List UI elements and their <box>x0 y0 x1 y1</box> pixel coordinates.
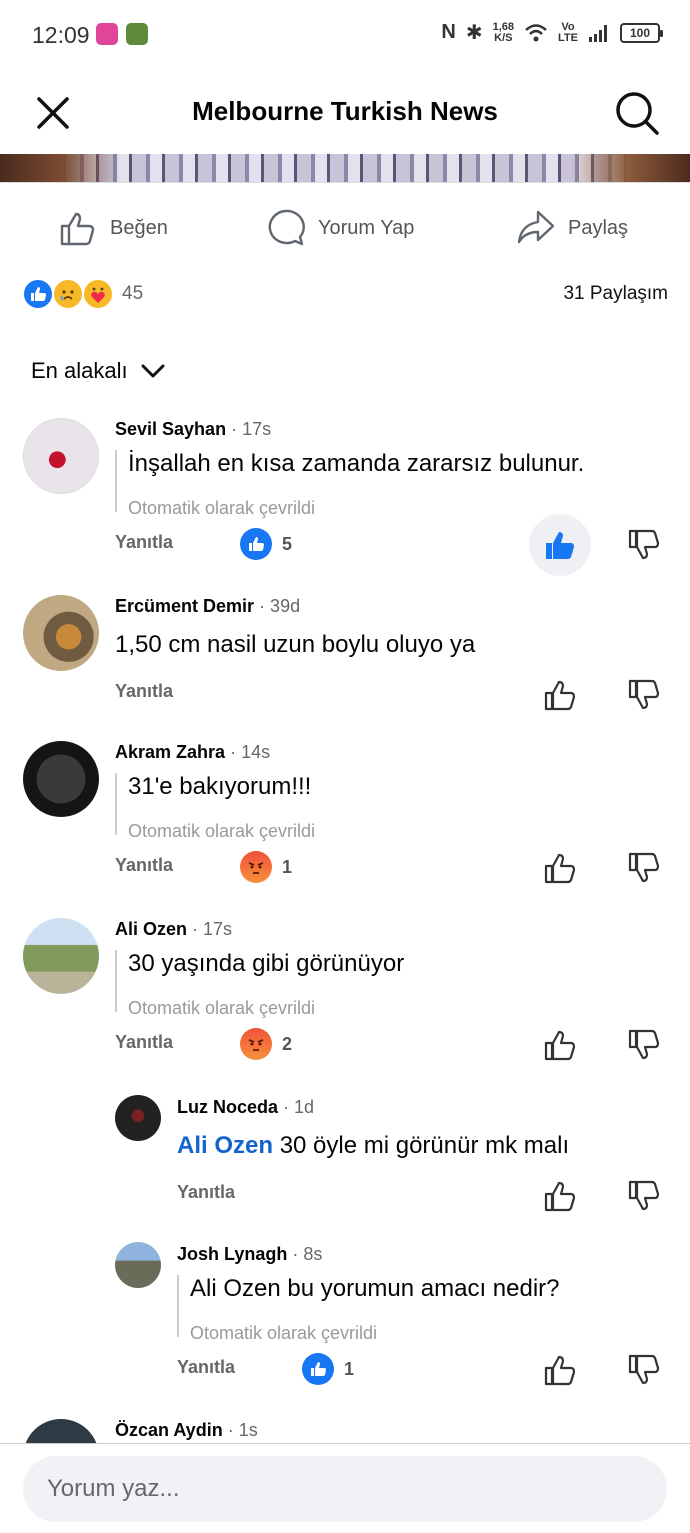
reply-button[interactable]: Yanıtla <box>115 681 173 702</box>
comment-time: · 8s <box>292 1244 323 1264</box>
comment-time: · 14s <box>230 742 271 762</box>
upvote-icon[interactable] <box>543 1353 577 1387</box>
game-notification-icon <box>126 23 148 45</box>
search-icon[interactable] <box>614 90 660 136</box>
post-image[interactable] <box>0 154 690 182</box>
like-reaction-icon <box>240 528 272 560</box>
reaction-count: 2 <box>282 1033 293 1054</box>
downvote-icon[interactable] <box>627 678 661 712</box>
commenter-name[interactable]: Josh Lynagh <box>177 1244 287 1264</box>
reaction-count: 45 <box>122 283 144 304</box>
comment-sort-dropdown[interactable]: En alakalı <box>31 358 166 384</box>
wifi-icon <box>525 23 547 41</box>
avatar[interactable] <box>23 595 99 671</box>
auto-translated-note[interactable]: Otomatik olarak çevrildi <box>128 498 315 519</box>
comment-text: Ali Ozen 30 öyle mi görünür mk malı <box>177 1132 570 1159</box>
upvote-icon[interactable] <box>543 1179 577 1213</box>
like-label: Beğen <box>110 216 168 239</box>
comment-reaction-badge[interactable]: 1 <box>302 1353 354 1385</box>
share-label: Paylaş <box>568 216 629 239</box>
page-title: Melbourne Turkish News <box>192 96 498 126</box>
reaction-count: 1 <box>344 1358 355 1379</box>
reply-button[interactable]: Yanıtla <box>177 1182 235 1203</box>
sad-reaction-icon <box>52 278 84 310</box>
upvote-icon[interactable] <box>543 851 577 885</box>
reaction-summary[interactable]: 45 <box>22 278 143 310</box>
volte-indicator: Vo LTE <box>558 20 578 44</box>
avatar[interactable] <box>23 418 99 494</box>
top-header: Melbourne Turkish News <box>0 70 690 154</box>
downvote-icon[interactable] <box>627 851 661 885</box>
comment-bubble-icon <box>268 209 305 246</box>
commenter-name[interactable]: Ali Ozen <box>115 919 187 939</box>
comment-label: Yorum Yap <box>318 216 415 239</box>
comment-input[interactable] <box>23 1456 667 1522</box>
signal-icon <box>589 24 607 42</box>
auto-translated-note[interactable]: Otomatik olarak çevrildi <box>128 998 315 1019</box>
reply-button[interactable]: Yanıtla <box>177 1357 235 1378</box>
commenter-name[interactable]: Sevil Sayhan <box>115 419 226 439</box>
comment-time: · 39d <box>259 596 301 616</box>
reaction-count: 5 <box>282 533 293 554</box>
sort-label: En alakalı <box>31 358 128 383</box>
reply-button[interactable]: Yanıtla <box>115 855 173 876</box>
angry-reaction-icon <box>240 851 272 883</box>
downvote-icon[interactable] <box>627 1028 661 1062</box>
downvote-icon[interactable] <box>627 1179 661 1213</box>
share-count[interactable]: 31 Paylaşım <box>563 283 668 305</box>
auto-translated-note[interactable]: Otomatik olarak çevrildi <box>190 1323 377 1344</box>
comment-text: 1,50 cm nasil uzun boylu oluyo ya <box>115 631 476 658</box>
nfc-icon: N <box>441 21 456 43</box>
downvote-icon[interactable] <box>627 528 661 562</box>
mention-link[interactable]: Ali Ozen <box>177 1132 273 1159</box>
comment-time: · 1d <box>283 1097 315 1117</box>
downvote-icon[interactable] <box>627 1353 661 1387</box>
post-actions: Beğen Yorum Yap Paylaş <box>0 200 690 254</box>
avatar[interactable] <box>115 1095 161 1141</box>
comment-reaction-badge[interactable]: 5 <box>240 528 292 560</box>
comment-reaction-badge[interactable]: 2 <box>240 1028 292 1060</box>
net-speed: 1,68 K/S <box>492 20 515 44</box>
upvote-icon[interactable] <box>543 678 577 712</box>
commenter-name[interactable]: Özcan Aydin <box>115 1420 223 1440</box>
upvote-icon[interactable] <box>543 528 577 562</box>
status-bar: 12:09 N ✱ 1,68 K/S Vo LTE 100 <box>0 0 690 70</box>
commenter-name[interactable]: Ercüment Demir <box>115 596 254 616</box>
share-arrow-icon <box>517 210 555 244</box>
reaction-count: 1 <box>282 856 293 877</box>
upvote-icon[interactable] <box>543 1028 577 1062</box>
avatar[interactable] <box>115 1242 161 1288</box>
chevron-down-icon <box>141 364 165 378</box>
like-button[interactable]: Beğen <box>58 208 168 248</box>
comment-button[interactable]: Yorum Yap <box>266 208 414 248</box>
battery-indicator: 100 <box>620 22 663 43</box>
auto-translated-note[interactable]: Otomatik olarak çevrildi <box>128 821 315 842</box>
comment-composer <box>0 1443 690 1533</box>
like-reaction-icon <box>302 1353 334 1385</box>
app-notification-icon <box>96 23 118 45</box>
status-time: 12:09 <box>32 22 90 48</box>
comment-reaction-badge[interactable]: 1 <box>240 851 292 883</box>
comment-time: · 1s <box>227 1420 258 1440</box>
reply-button[interactable]: Yanıtla <box>115 532 173 553</box>
reply-button[interactable]: Yanıtla <box>115 1032 173 1053</box>
avatar[interactable] <box>23 741 99 817</box>
angry-reaction-icon <box>240 1028 272 1060</box>
thumbs-up-icon <box>60 212 95 246</box>
comment-time: · 17s <box>231 419 272 439</box>
commenter-name[interactable]: Akram Zahra <box>115 742 225 762</box>
commenter-name[interactable]: Luz Noceda <box>177 1097 278 1117</box>
care-reaction-icon <box>82 278 114 310</box>
like-reaction-icon <box>22 278 54 310</box>
bluetooth-icon: ✱ <box>465 22 483 44</box>
share-button[interactable]: Paylaş <box>516 208 628 248</box>
comment-time: · 17s <box>192 919 233 939</box>
avatar[interactable] <box>23 918 99 994</box>
post-stats: 45 31 Paylaşım <box>22 278 670 312</box>
